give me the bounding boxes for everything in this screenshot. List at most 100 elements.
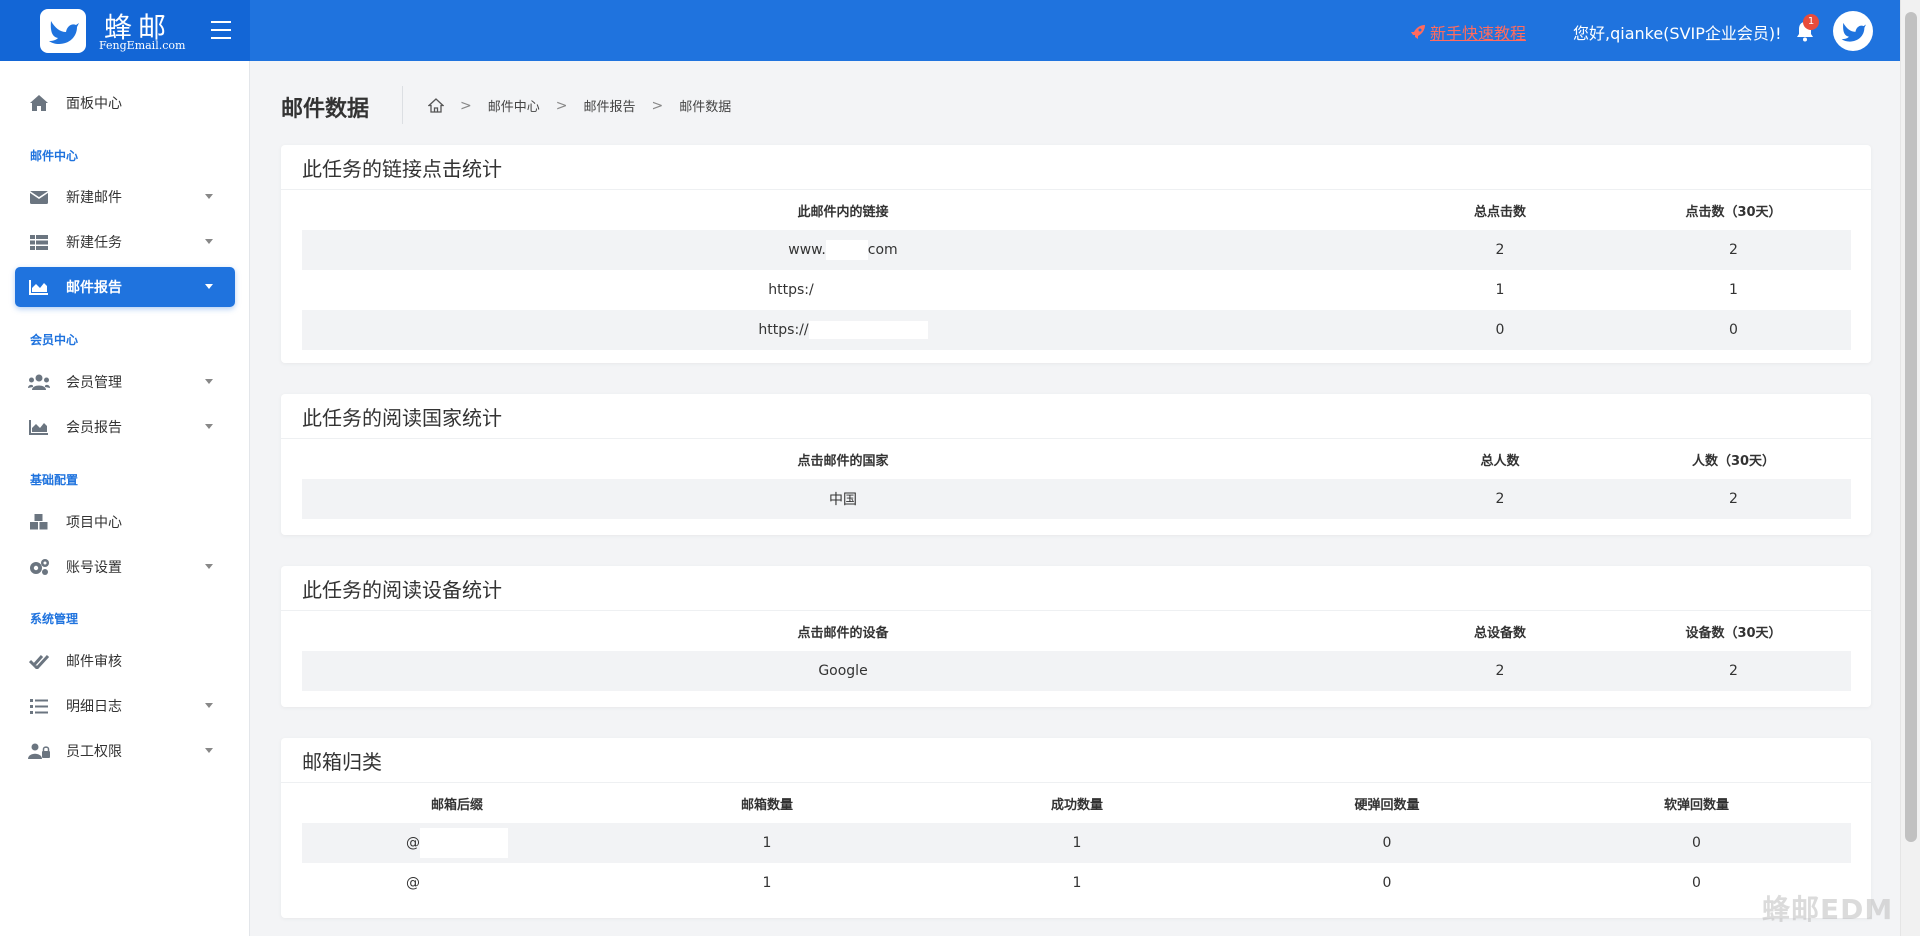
hamburger-line (211, 37, 231, 39)
total-people-cell: 2 (1384, 479, 1616, 519)
success-cell: 1 (922, 823, 1232, 863)
link-cell[interactable]: https:// (302, 310, 1384, 350)
scrollbar-thumb[interactable] (1905, 12, 1917, 842)
hamburger-line (211, 21, 231, 23)
table-row: https:// 0 0 (302, 310, 1851, 350)
column-header: 邮箱数量 (740, 797, 793, 813)
card-title: 此任务的阅读设备统计 (281, 566, 1871, 611)
total-clicks-cell: 2 (1384, 230, 1616, 270)
bird-logo-icon (49, 21, 79, 44)
avatar[interactable] (1833, 11, 1873, 51)
table-row: @ 1 1 0 0 (302, 823, 1851, 863)
sidebar-item-account-settings[interactable]: 账号设置 (15, 547, 235, 587)
sidebar-item-detail-log[interactable]: 明细日志 (15, 686, 235, 726)
column-header: 人数（30天） (1691, 453, 1776, 469)
chevron-right-icon: > (651, 97, 664, 114)
country-stats-card: 此任务的阅读国家统计 点击邮件的国家 总人数 人数（30天） 中国 2 2 (281, 394, 1871, 535)
table-row: 中国 2 2 (302, 479, 1851, 519)
sidebar-item-label: 新建邮件 (66, 190, 122, 206)
sidebar-item-new-task[interactable]: 新建任务 (15, 222, 235, 262)
vertical-scrollbar[interactable] (1900, 0, 1920, 936)
chevron-right-icon: > (460, 97, 472, 114)
user-lock-icon (28, 742, 50, 760)
section-basic-config: 基础配置 (30, 473, 79, 487)
sidebar-item-label: 面板中心 (66, 96, 122, 112)
column-header: 总点击数 (1473, 204, 1526, 220)
count-cell: 1 (762, 875, 772, 891)
suffix-text: @ (406, 835, 420, 851)
table-header-row: 点击邮件的国家 总人数 人数（30天） (302, 439, 1851, 479)
column-header: 点击邮件的国家 (797, 453, 889, 469)
hard-bounce-cell: 0 (1232, 823, 1542, 863)
caret-down-icon (205, 379, 213, 384)
sidebar-item-member-report[interactable]: 会员报告 (15, 407, 235, 447)
tutorial-label: 新手快速教程 (1430, 24, 1527, 43)
clicks-30d-cell: 1 (1729, 282, 1738, 298)
notification-badge: 1 (1803, 14, 1819, 30)
redacted-block (420, 828, 508, 858)
suffix-cell: @ (302, 823, 612, 863)
home-outline-icon[interactable] (428, 98, 444, 113)
table-header-row: 邮箱后缀 邮箱数量 成功数量 硬弹回数量 软弹回数量 (302, 783, 1851, 823)
link-clicks-card: 此任务的链接点击统计 此邮件内的链接 总点击数 点击数（30天） www. com… (281, 145, 1871, 363)
sidebar-item-label: 邮件审核 (66, 654, 122, 670)
soft-bounce-cell: 0 (1542, 823, 1851, 863)
country-cell: 中国 (302, 479, 1384, 519)
link-cell[interactable]: https:/ (302, 270, 1384, 310)
hard-bounce-cell: 0 (1382, 875, 1392, 891)
device-cell: Google (302, 651, 1384, 691)
area-chart-icon (28, 278, 50, 296)
device-stats-card: 此任务的阅读设备统计 点击邮件的设备 总设备数 设备数（30天） Google … (281, 566, 1871, 707)
mailbox-classify-card: 邮箱归类 邮箱后缀 邮箱数量 成功数量 硬弹回数量 软弹回数量 @ 1 1 0 … (281, 738, 1871, 918)
breadcrumb-mail-report[interactable]: 邮件报告 (583, 96, 635, 115)
sidebar-item-mail-review[interactable]: 邮件审核 (15, 641, 235, 681)
sidebar-item-dashboard[interactable]: 面板中心 (15, 83, 235, 123)
table-row: www. com 2 2 (302, 230, 1851, 270)
menu-toggle-button[interactable] (211, 21, 231, 39)
sidebar-item-mail-report[interactable]: 邮件报告 (15, 267, 235, 307)
caret-down-icon (205, 424, 213, 429)
total-devices-cell: 2 (1384, 651, 1616, 691)
device-stats-table: 点击邮件的设备 总设备数 设备数（30天） Google 2 2 (302, 611, 1851, 691)
column-header: 点击邮件的设备 (797, 625, 889, 641)
redacted-block (420, 868, 508, 898)
sidebar-item-new-mail[interactable]: 新建邮件 (15, 177, 235, 217)
user-greeting: 您好,qianke(SVIP企业会员)! (1573, 24, 1782, 43)
sidebar-item-project-center[interactable]: 项目中心 (15, 502, 235, 542)
total-clicks-cell: 0 (1384, 310, 1616, 350)
column-header: 设备数（30天） (1685, 625, 1782, 641)
card-title: 此任务的阅读国家统计 (281, 394, 1871, 439)
users-icon (28, 373, 50, 391)
tutorial-link[interactable]: 新手快速教程 (1410, 20, 1526, 44)
success-cell: 1 (1072, 875, 1082, 891)
column-header: 软弹回数量 (1663, 797, 1729, 813)
caret-down-icon (205, 284, 213, 289)
link-prefix: www. (788, 242, 826, 258)
brand-logo[interactable] (40, 9, 86, 53)
list-icon (28, 697, 50, 715)
sidebar-item-label: 明细日志 (66, 699, 122, 715)
column-header: 成功数量 (1050, 797, 1103, 813)
sidebar-item-label: 会员管理 (66, 375, 122, 391)
page-title: 邮件数据 (281, 97, 370, 122)
sidebar-item-member-manage[interactable]: 会员管理 (15, 362, 235, 402)
hamburger-line (211, 29, 231, 31)
link-prefix: https:/ (768, 282, 814, 298)
redacted-block (825, 240, 868, 260)
table-header-row: 此邮件内的链接 总点击数 点击数（30天） (302, 190, 1851, 230)
section-system-manage: 系统管理 (30, 612, 79, 626)
caret-down-icon (205, 564, 213, 569)
redacted-block (813, 280, 918, 300)
suffix-text: @ (406, 875, 420, 891)
table-row: @ 1 1 0 0 (302, 863, 1851, 903)
table-row: Google 2 2 (302, 651, 1851, 691)
card-title: 此任务的链接点击统计 (281, 145, 1871, 190)
column-header: 总设备数 (1473, 625, 1526, 641)
sidebar-item-label: 新建任务 (66, 235, 122, 251)
sidebar-item-staff-permission[interactable]: 员工权限 (15, 731, 235, 771)
link-suffix: com (867, 242, 898, 258)
double-check-icon (28, 652, 50, 670)
sidebar: 面板中心 邮件中心 新建邮件 新建任务 邮件报告 会员中心 会员管理 会员报告 … (0, 61, 250, 936)
link-cell[interactable]: www. com (302, 230, 1384, 270)
breadcrumb-mail-center[interactable]: 邮件中心 (488, 96, 540, 115)
